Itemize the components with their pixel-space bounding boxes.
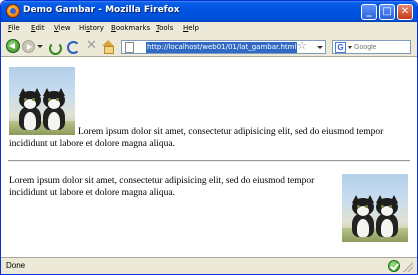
forward-arrow-icon[interactable] <box>22 40 35 53</box>
kittens-image-right <box>342 174 408 242</box>
menu-edit-label: dit <box>35 24 45 32</box>
home-icon[interactable] <box>102 40 114 54</box>
title-bar[interactable]: Demo Gambar - Mozilla Firefox _ □ ✕ <box>1 1 417 22</box>
menu-edit[interactable]: Edit <box>31 24 45 32</box>
reload-icon[interactable] <box>66 40 80 54</box>
horizontal-rule <box>8 160 410 162</box>
search-input[interactable] <box>354 41 409 53</box>
back-arrow-icon[interactable] <box>6 39 20 53</box>
maximize-button[interactable]: □ <box>379 4 395 20</box>
paragraph-1-line-2: incididunt ut labore et dolore magna ali… <box>9 139 175 149</box>
address-bar[interactable]: http://localhost/web01/01/lat_gambar.htm… <box>121 40 326 54</box>
menu-tools-label: ools <box>159 24 174 32</box>
history-dropdown-icon[interactable] <box>37 45 43 48</box>
menu-bookmarks[interactable]: Bookmarks <box>111 24 150 32</box>
kitten-left <box>17 88 43 130</box>
paragraph-1-line-1: Lorem ipsum dolor sit amet, consectetur … <box>78 127 384 137</box>
menu-history-label-end: tory <box>89 24 104 32</box>
bookmark-star-icon[interactable]: ☆ <box>297 39 307 52</box>
window-title: Demo Gambar - Mozilla Firefox <box>23 5 180 15</box>
url-text[interactable]: http://localhost/web01/01/lat_gambar.htm… <box>146 42 298 53</box>
menu-tools[interactable]: Tools <box>156 24 173 32</box>
kitten-right-2 <box>374 195 400 237</box>
status-bar: Done <box>1 257 417 274</box>
menu-bar: File Edit View History Bookmarks Tools H… <box>1 22 417 37</box>
page-icon <box>125 42 134 53</box>
status-text: Done <box>6 261 26 270</box>
kitten-right <box>41 88 67 130</box>
search-engine-dropdown-icon[interactable] <box>348 46 352 49</box>
checkmark-icon[interactable] <box>388 260 400 272</box>
google-icon[interactable]: G <box>335 42 346 53</box>
page-content: Lorem ipsum dolor sit amet, consectetur … <box>1 57 417 257</box>
stop-icon[interactable]: ✕ <box>86 38 97 53</box>
menu-file[interactable]: File <box>8 24 20 32</box>
add-bookmark-icon[interactable] <box>48 40 62 55</box>
paragraph-2: Lorem ipsum dolor sit amet, consectetur … <box>9 176 315 198</box>
kitten-left-2 <box>350 195 376 237</box>
menu-history[interactable]: History <box>79 24 104 32</box>
menu-help[interactable]: Help <box>183 24 199 32</box>
kittens-image <box>9 67 75 135</box>
close-button[interactable]: ✕ <box>397 4 413 20</box>
menu-file-label: ile <box>11 24 20 32</box>
url-dropdown-icon[interactable] <box>317 46 323 49</box>
resize-grip-icon[interactable] <box>403 262 413 272</box>
menu-help-label: elp <box>188 24 199 32</box>
menu-view[interactable]: View <box>54 24 71 32</box>
firefox-logo-icon <box>6 4 20 18</box>
menu-view-label: iew <box>58 24 71 32</box>
menu-bookmarks-label: ookmarks <box>115 24 151 32</box>
minimize-button[interactable]: _ <box>361 4 377 20</box>
search-bar: G <box>332 40 411 54</box>
browser-window: Demo Gambar - Mozilla Firefox _ □ ✕ File… <box>0 0 418 275</box>
